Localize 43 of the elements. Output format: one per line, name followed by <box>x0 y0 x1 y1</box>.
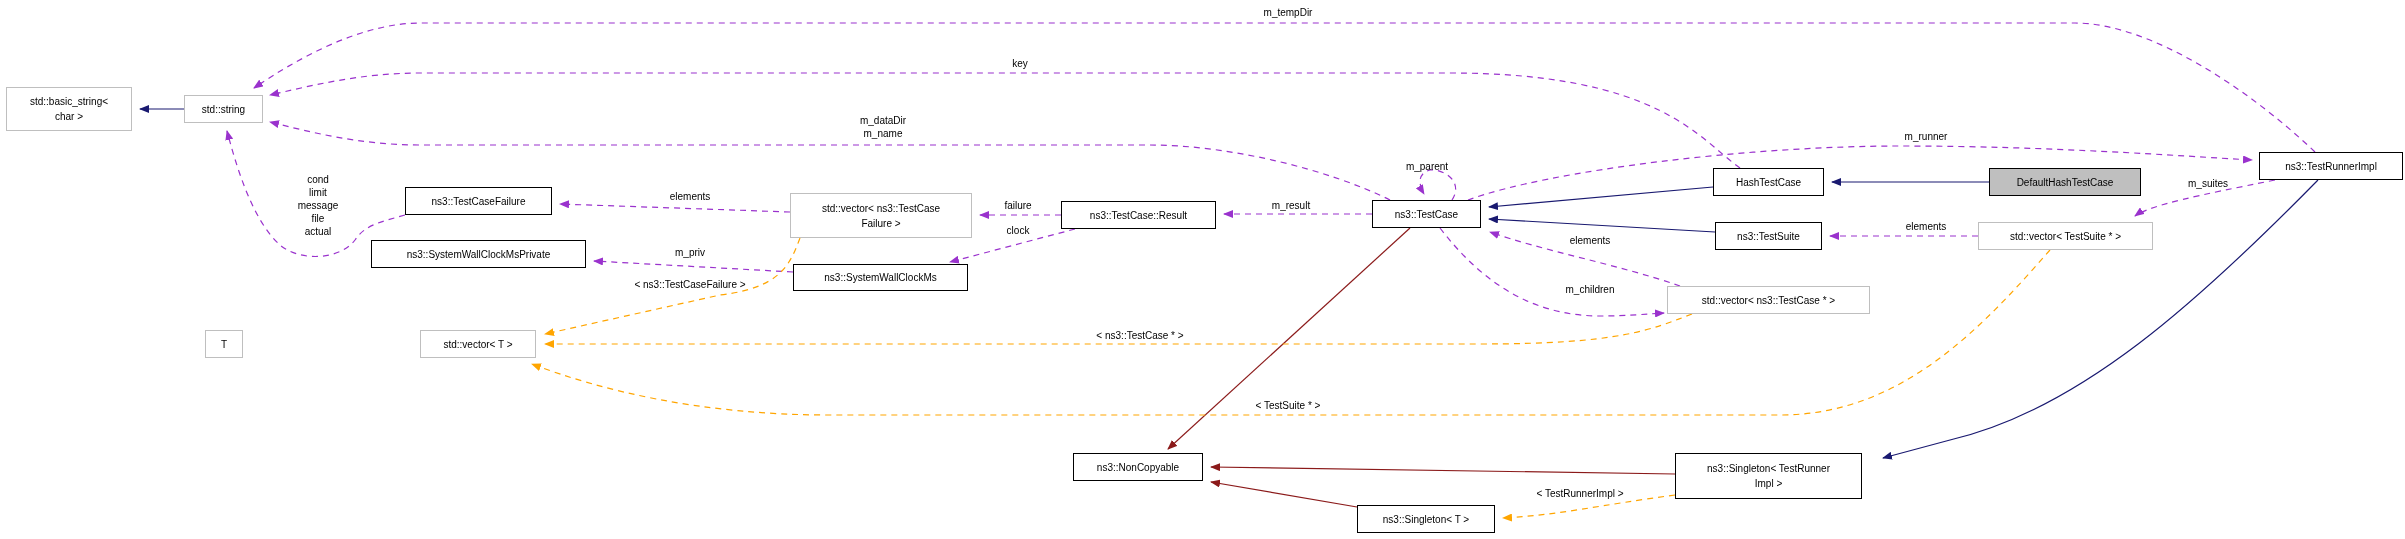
class-node[interactable]: ns3::Singleton< TestRunner Impl > <box>1675 453 1862 499</box>
edge-label: failure <box>1004 198 1032 212</box>
edge-label: cond <box>307 172 329 186</box>
edge-label: limit <box>309 185 327 199</box>
edge-label: elements <box>669 189 711 203</box>
edge-label: m_name <box>863 127 903 140</box>
class-node[interactable]: std::basic_string< char > <box>6 87 132 131</box>
class-node[interactable]: ns3::TestSuite <box>1715 222 1822 250</box>
class-node[interactable]: ns3::TestCaseFailure <box>405 187 552 215</box>
edge-label: m_result <box>1271 198 1311 212</box>
edge-label: m_dataDir <box>859 114 907 127</box>
edge-label: m_parent <box>1405 159 1449 173</box>
class-node[interactable]: ns3::SystemWallClockMs <box>793 264 968 291</box>
edge-label: m_runner <box>1904 129 1948 143</box>
class-node[interactable]: std::vector< T > <box>420 330 536 358</box>
class-node[interactable]: ns3::Singleton< T > <box>1357 505 1495 533</box>
edge-label: elements <box>1905 219 1947 233</box>
class-node[interactable]: T <box>205 330 243 358</box>
edge-label: actual <box>304 224 332 238</box>
edge-label: < ns3::TestCaseFailure > <box>634 277 746 291</box>
edge-label: message <box>297 198 339 212</box>
class-node[interactable]: std::vector< ns3::TestCase Failure > <box>790 193 972 238</box>
class-node[interactable]: ns3::TestCase <box>1372 200 1481 228</box>
edge-label: clock <box>1006 223 1030 237</box>
edge-label: < TestSuite * > <box>1255 398 1321 412</box>
edge-label: key <box>1012 56 1028 70</box>
edge-label: elements <box>1569 233 1611 247</box>
edge-label: m_suites <box>2188 176 2228 190</box>
class-node[interactable]: ns3::SystemWallClockMsPrivate <box>371 240 586 268</box>
class-node[interactable]: DefaultHashTestCase <box>1989 168 2141 196</box>
edge-label: m_tempDir <box>1263 5 1313 19</box>
class-node[interactable]: HashTestCase <box>1713 168 1824 196</box>
edge-label: m_children <box>1565 282 1615 296</box>
edge-label: file <box>311 211 325 225</box>
class-node[interactable]: std::string <box>184 95 263 123</box>
class-node[interactable]: std::vector< ns3::TestCase * > <box>1667 286 1870 314</box>
class-node[interactable]: std::vector< TestSuite * > <box>1978 222 2153 250</box>
edge-label: m_priv <box>675 245 705 259</box>
edge-label: < ns3::TestCase * > <box>1096 328 1184 342</box>
class-node[interactable]: ns3::TestRunnerImpl <box>2259 152 2403 180</box>
class-node[interactable]: ns3::NonCopyable <box>1073 453 1203 481</box>
class-node[interactable]: ns3::TestCase::Result <box>1061 201 1216 229</box>
edge-label: < TestRunnerImpl > <box>1536 486 1624 500</box>
